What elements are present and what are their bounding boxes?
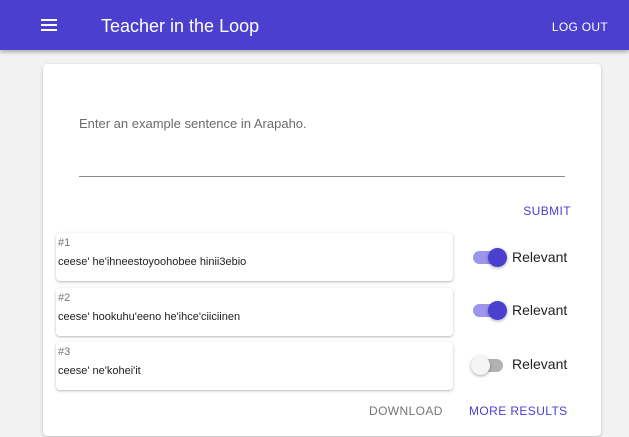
result-card-2: #2 ceese' hookuhu'eeno he'ihce'ciiciinen bbox=[56, 288, 453, 336]
result-card-1: #1 ceese' he'ihneestoyoohobee hinii3ebio bbox=[56, 233, 453, 281]
relevant-toggle-3[interactable] bbox=[471, 356, 507, 376]
relevant-toggle-2[interactable] bbox=[471, 301, 507, 321]
relevant-label-2: Relevant bbox=[512, 302, 568, 318]
main-card: SUBMIT #1 ceese' he'ihneestoyoohobee hin… bbox=[43, 64, 601, 436]
relevant-label-3: Relevant bbox=[512, 356, 568, 372]
submit-button[interactable]: SUBMIT bbox=[523, 204, 571, 218]
sentence-input[interactable] bbox=[79, 108, 565, 138]
relevant-label-1: Relevant bbox=[512, 249, 568, 265]
result-text: ceese' he'ihneestoyoohobee hinii3ebio bbox=[58, 256, 247, 268]
download-button[interactable]: DOWNLOAD bbox=[369, 404, 443, 418]
result-text: ceese' hookuhu'eeno he'ihce'ciiciinen bbox=[58, 311, 241, 323]
logout-button[interactable]: LOG OUT bbox=[552, 20, 608, 34]
more-results-button[interactable]: MORE RESULTS bbox=[469, 404, 568, 418]
app-bar: Teacher in the Loop LOG OUT bbox=[0, 0, 629, 50]
result-index: #2 bbox=[58, 292, 71, 304]
relevant-toggle-1[interactable] bbox=[471, 248, 507, 268]
result-index: #3 bbox=[58, 346, 71, 358]
result-card-3: #3 ceese' ne'kohei'it bbox=[56, 342, 453, 390]
app-title: Teacher in the Loop bbox=[101, 16, 260, 36]
menu-icon[interactable] bbox=[41, 19, 57, 32]
input-underline bbox=[79, 176, 565, 177]
result-index: #1 bbox=[58, 237, 71, 249]
result-text: ceese' ne'kohei'it bbox=[58, 365, 141, 377]
